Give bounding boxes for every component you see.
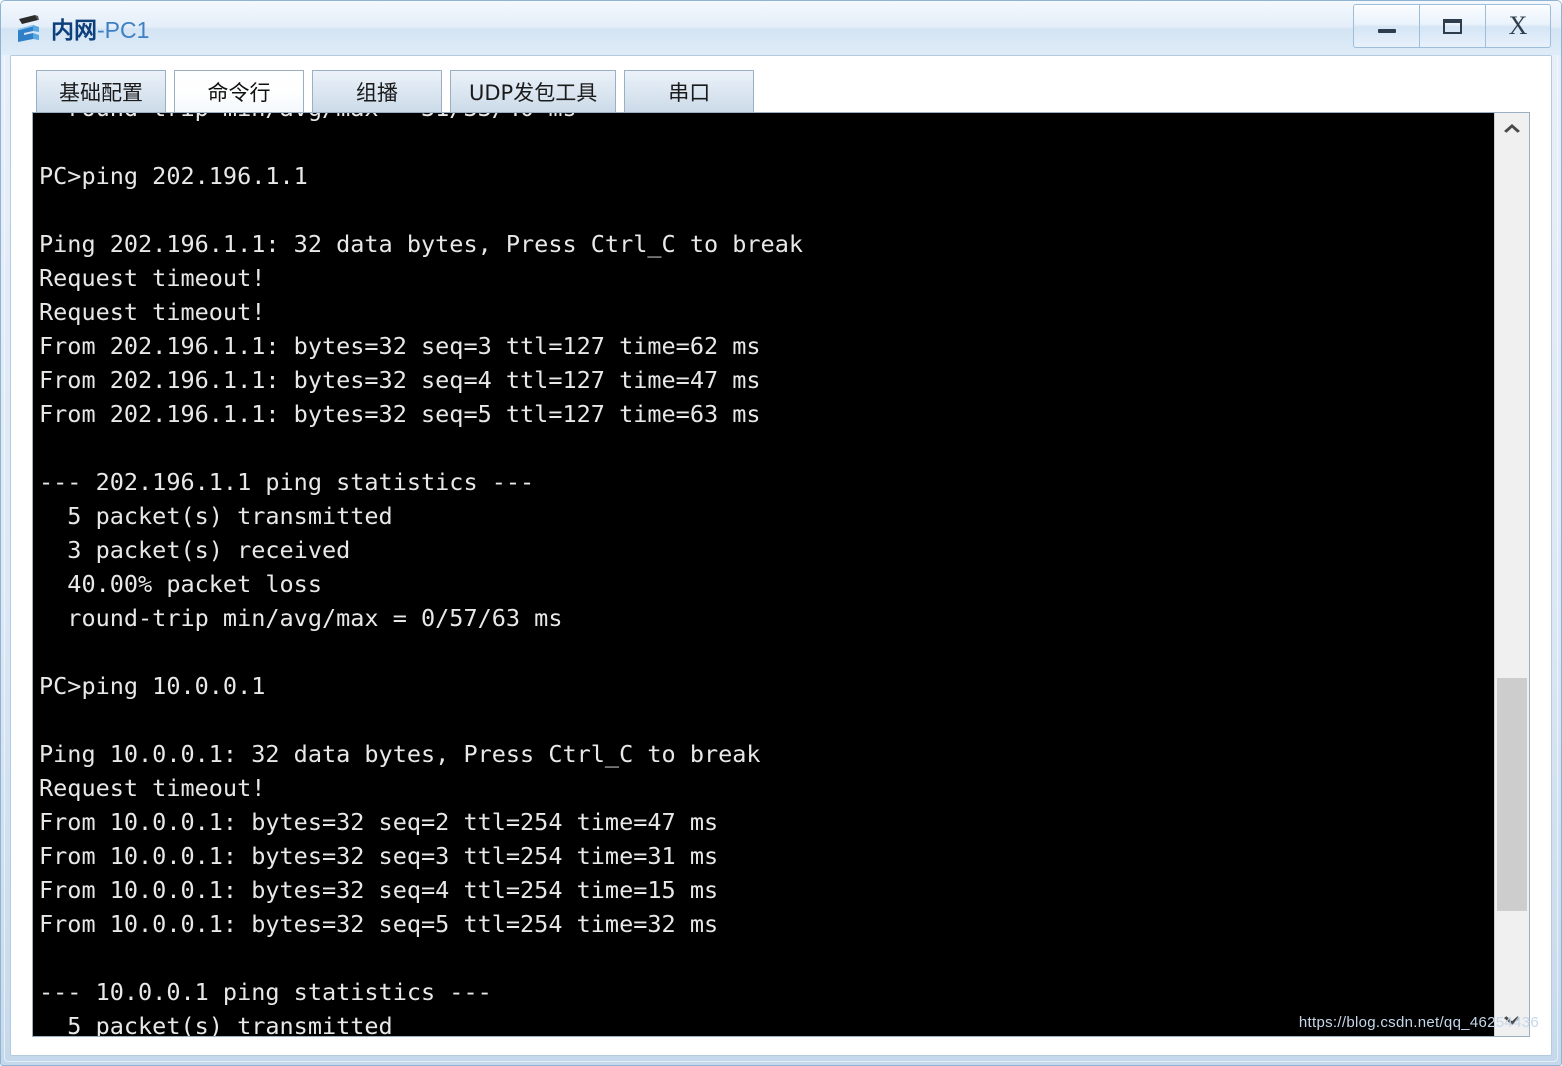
tab-label: 基础配置 xyxy=(59,80,143,105)
tab-serial-port[interactable]: 串口 xyxy=(624,70,755,112)
terminal-line: round-trip min/avg/max = 0/57/63 ms xyxy=(39,604,563,632)
minimize-button[interactable] xyxy=(1353,4,1419,48)
tab-label: 命令行 xyxy=(207,80,271,105)
tab-multicast[interactable]: 组播 xyxy=(312,70,442,112)
terminal-line: 5 packet(s) transmitted xyxy=(39,1012,393,1036)
terminal-line: PC>ping 10.0.0.1 xyxy=(39,672,266,700)
application-window: 内网-PC1 X 基础配置 命令行 组播 UDP发包工具 串口 PC>ping … xyxy=(0,0,1562,1066)
window-title-en: -PC1 xyxy=(97,17,150,43)
terminal-line: Request timeout! xyxy=(39,264,266,292)
terminal-line: From 202.196.1.1: bytes=32 seq=4 ttl=127… xyxy=(39,366,761,394)
tab-command-line[interactable]: 命令行 xyxy=(174,70,304,112)
tab-label: 串口 xyxy=(668,80,711,105)
maximize-icon xyxy=(1443,18,1462,34)
chevron-up-icon xyxy=(1504,124,1520,133)
tab-udp-tool[interactable]: UDP发包工具 xyxy=(450,70,617,112)
terminal-line: From 10.0.0.1: bytes=32 seq=5 ttl=254 ti… xyxy=(39,910,719,938)
window-title: 内网-PC1 xyxy=(51,11,149,45)
terminal-line: --- 10.0.0.1 ping statistics --- xyxy=(39,978,492,1006)
terminal-line: From 10.0.0.1: bytes=32 seq=3 ttl=254 ti… xyxy=(39,842,719,870)
terminal-line: Ping 10.0.0.1: 32 data bytes, Press Ctrl… xyxy=(39,740,761,768)
terminal-output[interactable]: round-trip min/avg/max = 31/33/40 ms PC>… xyxy=(33,113,1494,1036)
tab-bar: 基础配置 命令行 组播 UDP发包工具 串口 xyxy=(11,56,1551,112)
terminal-panel: round-trip min/avg/max = 31/33/40 ms PC>… xyxy=(32,112,1530,1037)
terminal-line: 3 packet(s) received xyxy=(39,536,351,564)
terminal-line: Request timeout! xyxy=(39,298,266,326)
pc-device-icon xyxy=(13,12,47,44)
scroll-thumb[interactable] xyxy=(1497,678,1527,912)
minimize-icon xyxy=(1377,29,1396,33)
tab-basic-config[interactable]: 基础配置 xyxy=(36,70,166,112)
close-icon: X xyxy=(1508,11,1528,40)
window-controls: X xyxy=(1353,4,1551,48)
terminal-line: From 10.0.0.1: bytes=32 seq=2 ttl=254 ti… xyxy=(39,808,719,836)
tab-label: UDP发包工具 xyxy=(469,80,598,105)
scroll-track[interactable] xyxy=(1495,143,1529,1006)
terminal-line: Request timeout! xyxy=(39,774,266,802)
scroll-up-button[interactable] xyxy=(1495,113,1529,143)
close-button[interactable]: X xyxy=(1485,4,1551,48)
tab-label: 组播 xyxy=(356,80,398,105)
terminal-line: 40.00% packet loss xyxy=(39,570,322,598)
watermark-text: https://blog.csdn.net/qq_46254436 xyxy=(1298,1014,1539,1031)
window-title-cn: 内网 xyxy=(51,18,97,44)
client-area: 基础配置 命令行 组播 UDP发包工具 串口 round-trip min/av… xyxy=(10,55,1552,1056)
terminal-line: From 10.0.0.1: bytes=32 seq=4 ttl=254 ti… xyxy=(39,876,719,904)
terminal-line: Ping 202.196.1.1: 32 data bytes, Press C… xyxy=(39,230,804,258)
terminal-line: round-trip min/avg/max = 31/33/40 ms xyxy=(39,113,1494,125)
title-bar[interactable]: 内网-PC1 X xyxy=(1,1,1561,55)
terminal-line: PC>ping 202.196.1.1 xyxy=(39,162,308,190)
terminal-line: From 202.196.1.1: bytes=32 seq=3 ttl=127… xyxy=(39,332,761,360)
maximize-button[interactable] xyxy=(1419,4,1485,48)
vertical-scrollbar[interactable] xyxy=(1494,113,1529,1036)
terminal-line: 5 packet(s) transmitted xyxy=(39,502,393,530)
terminal-line: From 202.196.1.1: bytes=32 seq=5 ttl=127… xyxy=(39,400,761,428)
terminal-line: --- 202.196.1.1 ping statistics --- xyxy=(39,468,535,496)
